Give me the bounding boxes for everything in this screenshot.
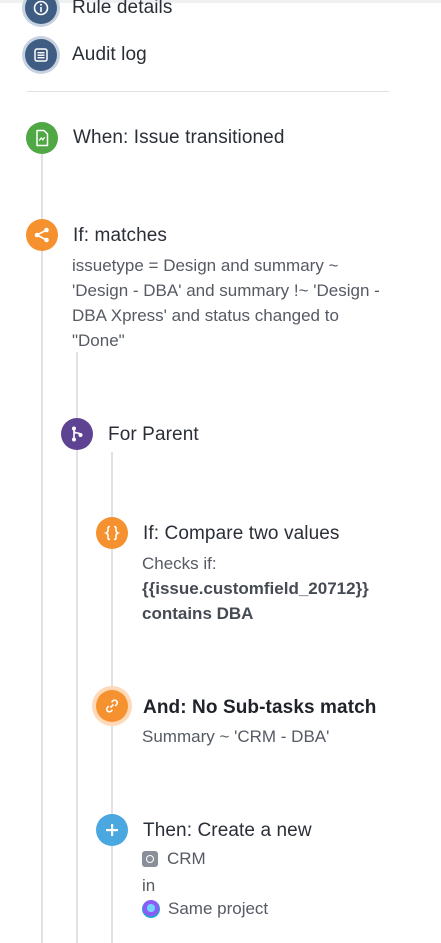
project-avatar-icon — [142, 900, 160, 918]
action-title: Then: Create a new — [143, 820, 312, 841]
list-icon — [25, 39, 57, 71]
audit-log-label: Audit log — [72, 44, 147, 65]
branch-title: For Parent — [108, 424, 199, 445]
project-row: Same project — [142, 899, 268, 919]
in-label: in — [142, 876, 156, 895]
compare-title: If: Compare two values — [143, 523, 340, 544]
issue-type-row: CRM — [142, 849, 206, 869]
jql-line: issuetype = Design and summary ~ — [72, 256, 339, 275]
condition-title: If: matches — [73, 225, 168, 246]
plus-icon — [96, 814, 128, 846]
jql-line: "Done" — [72, 331, 125, 350]
compare-expression: {{issue.customfield_20712}} contains DBA — [142, 576, 369, 626]
issue-type-label: CRM — [167, 849, 206, 868]
jql-line: DBA Xpress' and status changed to — [72, 306, 339, 325]
compare-line: {{issue.customfield_20712}} — [142, 579, 369, 598]
subtasks-title: And: No Sub-tasks match — [143, 697, 377, 718]
info-icon — [25, 0, 57, 24]
main-connector-line — [41, 150, 43, 943]
divider — [27, 91, 389, 92]
branch-icon — [61, 418, 93, 450]
trigger-icon — [26, 122, 58, 154]
trigger-title: When: Issue transitioned — [73, 127, 285, 148]
jql-line: 'Design - DBA' and summary !~ 'Design - — [72, 281, 380, 300]
compare-line: contains DBA — [142, 604, 254, 623]
branch-share-icon — [26, 219, 58, 251]
top-border — [0, 0, 441, 3]
rule-details-label: Rule details — [72, 0, 173, 18]
curly-braces-icon — [96, 517, 128, 549]
link-icon — [96, 690, 128, 722]
issue-type-icon — [142, 851, 158, 867]
subtasks-detail: Summary ~ 'CRM - DBA' — [142, 727, 330, 746]
compare-checks-label: Checks if: — [142, 554, 217, 573]
project-label: Same project — [168, 899, 269, 918]
condition-jql-text: issuetype = Design and summary ~ 'Design… — [72, 253, 380, 353]
